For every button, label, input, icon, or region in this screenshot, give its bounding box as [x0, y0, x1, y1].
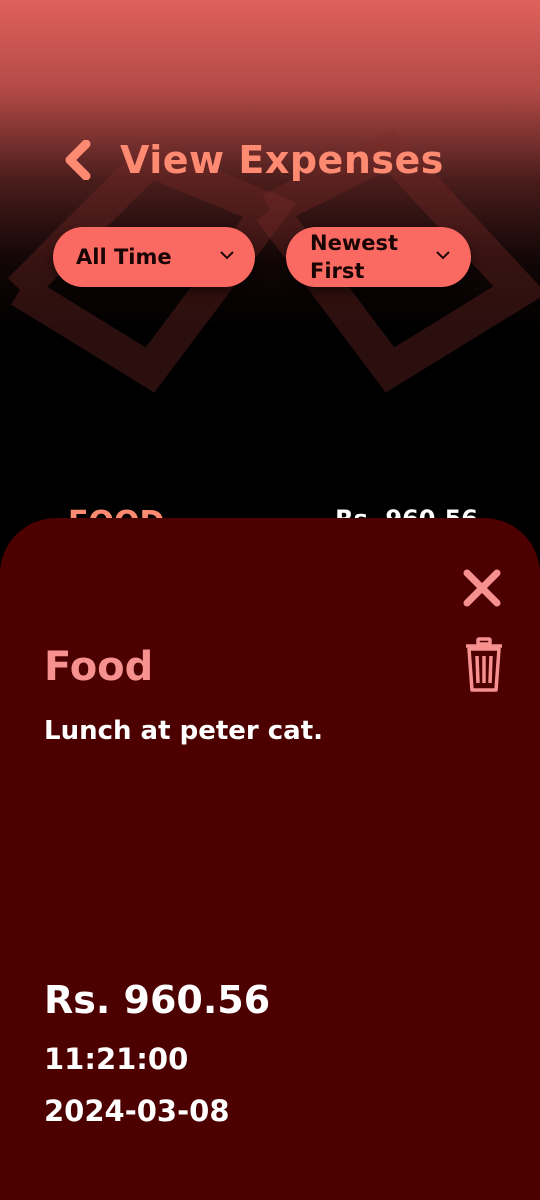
- sort-order-selected: Newest First: [310, 231, 398, 283]
- header: View Expenses: [56, 132, 444, 188]
- page-title: View Expenses: [120, 138, 444, 182]
- back-button[interactable]: [56, 132, 100, 188]
- close-icon: [463, 569, 501, 607]
- chevron-down-icon: [436, 251, 450, 260]
- time-range-dropdown[interactable]: All Time: [53, 227, 255, 287]
- expense-description: Lunch at peter cat.: [44, 716, 324, 746]
- sort-order-dropdown[interactable]: Newest First: [286, 227, 471, 287]
- expense-date: 2024-03-08: [44, 1094, 230, 1128]
- close-button[interactable]: [462, 568, 502, 608]
- delete-button[interactable]: [464, 636, 504, 694]
- expense-time: 11:21:00: [44, 1042, 189, 1076]
- expense-amount: Rs. 960.56: [44, 978, 271, 1022]
- view-expenses-screen: View Expenses All Time Newest First FOOD…: [0, 0, 540, 1200]
- chevron-left-icon: [65, 140, 91, 180]
- expense-detail-sheet: Food Lunch at peter cat. Rs. 960.56 11:2…: [0, 518, 540, 1200]
- background-decoration: [7, 129, 540, 393]
- trash-icon: [466, 637, 502, 692]
- chevron-down-icon: [220, 251, 234, 260]
- expense-category: Food: [44, 644, 154, 690]
- time-range-selected: All Time: [76, 245, 172, 269]
